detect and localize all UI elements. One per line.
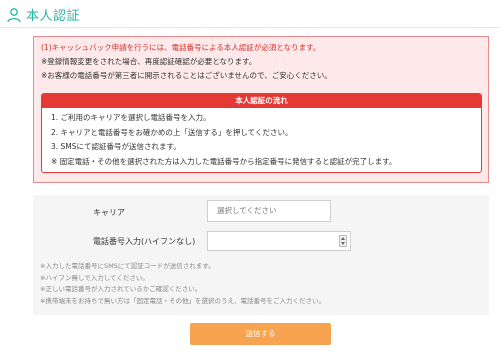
header-divider: [0, 27, 500, 28]
user-icon: [7, 7, 21, 22]
verification-flow-box: 本人認証の流れ 1. ご利用のキャリアを選択し電話番号を入力。 2. キャリアと…: [41, 93, 482, 173]
phone-number-label: 電話番号入力(ハイフンなし): [93, 237, 196, 246]
carrier-select[interactable]: 選択してください: [207, 200, 331, 222]
notice-required-text: (1)キャッシュバック申請を行うには、電話番号による本人認証が必須となります。: [41, 43, 321, 52]
form-note: ※ハイフン無しで入力してください。: [40, 273, 149, 282]
form-note: ※正しい電話番号が入力されているかご確認ください。: [40, 285, 202, 293]
submit-button[interactable]: 送信する: [190, 323, 331, 345]
flow-step: 3. SMSにて認証番号が送信されます。: [51, 142, 181, 151]
notice-reverify-text: ※登録情報変更をされた場合、再度認証確認が必要となります。: [41, 57, 257, 66]
flow-step: 2. キャリアと電話番号をお確かめの上「送信する」を押してください。: [51, 127, 293, 137]
form-note: ※入力した電話番号にSMSにて認証コードが送信されます。: [40, 262, 215, 270]
notice-box: (1)キャッシュバック申請を行うには、電話番号による本人認証が必須となります。 …: [33, 36, 489, 183]
page-title: 本人認証: [26, 9, 81, 24]
number-spinner-icon[interactable]: [339, 235, 347, 247]
carrier-label: キャリア: [93, 208, 125, 217]
notice-privacy-text: ※お客様の電話番号が第三者に開示されることはございませんので、ご安心ください。: [41, 71, 332, 80]
form-notes: ※入力した電話番号にSMSにて認証コードが送信されます。 ※ハイフン無しで入力し…: [40, 261, 325, 307]
flow-note: ※ 固定電話・その他を選択された方は入力した電話番号から指定番号に発信すると認証…: [51, 156, 397, 166]
page-header: 本人認証: [6, 5, 80, 24]
verification-flow-title: 本人認証の流れ: [42, 94, 481, 108]
verification-flow-list: 1. ご利用のキャリアを選択し電話番号を入力。 2. キャリアと電話番号をお確か…: [42, 108, 481, 172]
verification-form: キャリア 選択してください 電話番号入力(ハイフンなし) ※入力した電話番号にS…: [33, 195, 489, 315]
flow-step: 1. ご利用のキャリアを選択し電話番号を入力。: [51, 113, 211, 122]
phone-number-input[interactable]: [207, 231, 351, 251]
form-note: ※携帯端末をお持ちで無い方は「固定電話・その他」を選択のうえ、電話番号をご入力く…: [40, 296, 325, 305]
